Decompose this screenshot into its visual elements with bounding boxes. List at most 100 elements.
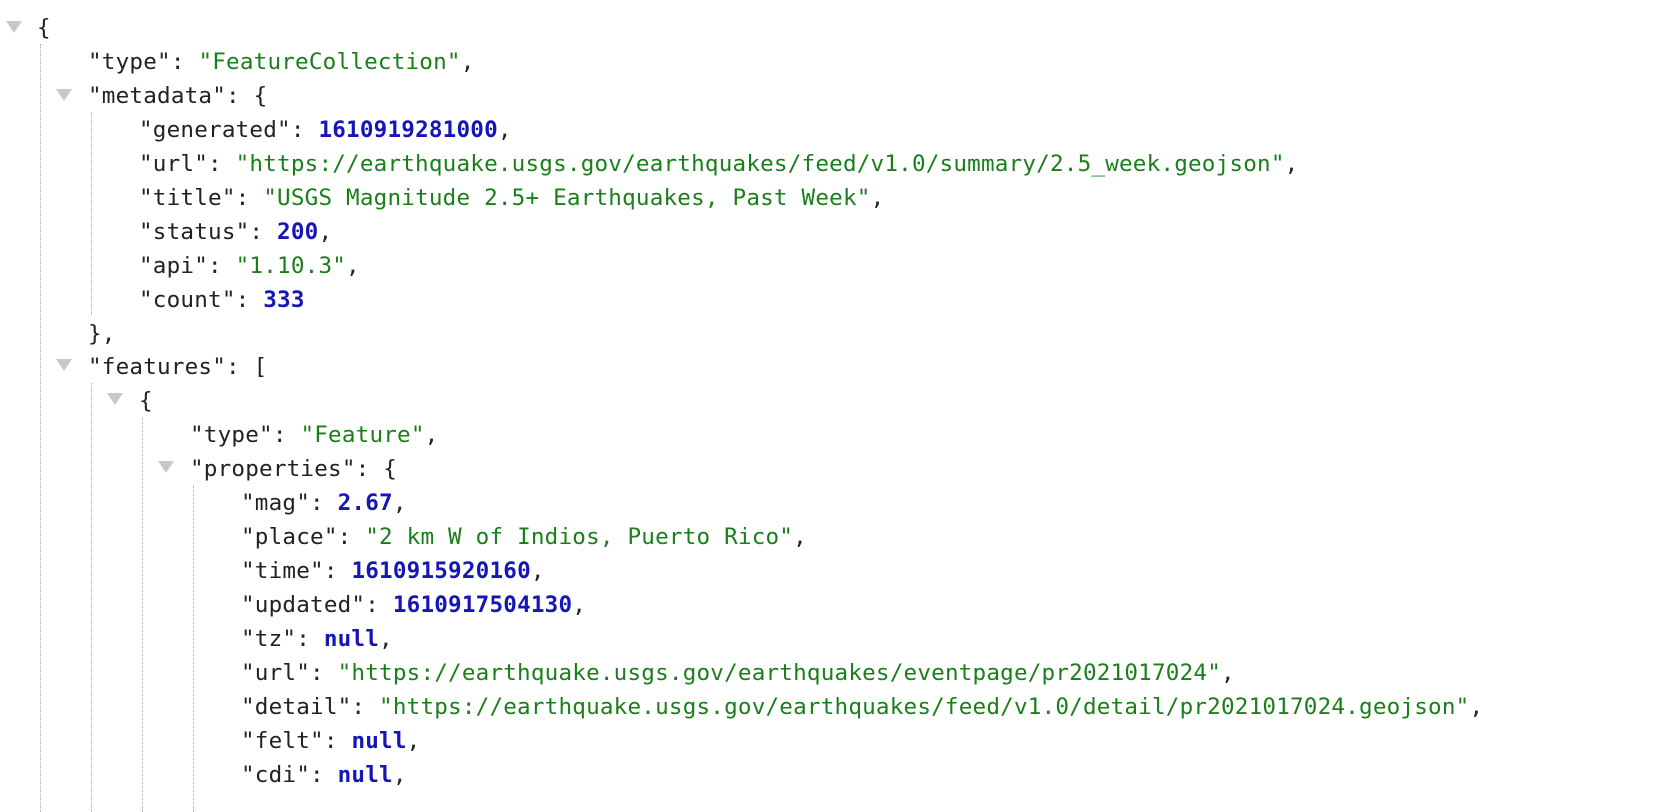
- comma: ,: [318, 219, 333, 245]
- colon: :: [226, 354, 254, 380]
- json-key: "type": [190, 422, 273, 448]
- json-key: "detail": [241, 694, 352, 720]
- comma: ,: [1469, 694, 1484, 720]
- comma: ,: [1221, 660, 1235, 686]
- json-string-value: "https://earthquake.usgs.gov/earthquakes…: [235, 151, 1285, 177]
- json-key: "metadata": [88, 83, 227, 109]
- comma: ,: [424, 422, 439, 448]
- json-line-prop-detail: "detail": "https://earthquake.usgs.gov/e…: [241, 689, 1483, 725]
- comma: ,: [392, 762, 407, 788]
- colon: :: [365, 592, 393, 618]
- json-line-prop-felt: "felt": null,: [241, 723, 420, 759]
- json-viewer: { "type": "FeatureCollection", "metadata…: [0, 0, 1668, 812]
- json-line-metadata-title: "title": "USGS Magnitude 2.5+ Earthquake…: [139, 180, 884, 216]
- json-number-value: 1610919281000: [318, 117, 498, 143]
- json-number-value: 1610917504130: [392, 592, 573, 618]
- open-brace: {: [383, 456, 398, 482]
- colon: :: [249, 219, 278, 245]
- colon: :: [351, 694, 380, 720]
- json-string-value: "2 km W of Indios, Puerto Rico": [365, 524, 794, 550]
- json-line-features-open: "features": [: [88, 349, 267, 385]
- open-brace: {: [253, 83, 268, 109]
- json-line-feature-type: "type": "Feature",: [190, 417, 438, 453]
- json-line-metadata-status: "status": 200,: [139, 214, 332, 250]
- comma: ,: [572, 592, 587, 618]
- json-number-value: 200: [277, 219, 319, 245]
- json-key: "felt": [241, 728, 324, 754]
- json-number-value: 333: [263, 287, 305, 313]
- collapse-feature-0-toggle-icon[interactable]: [107, 393, 123, 405]
- indent-guide-properties: [193, 485, 194, 812]
- comma: ,: [406, 728, 421, 754]
- comma: ,: [460, 49, 475, 75]
- colon: :: [290, 117, 319, 143]
- collapse-root-toggle-icon[interactable]: [6, 21, 22, 33]
- json-string-value: "FeatureCollection": [198, 49, 461, 75]
- comma: ,: [530, 558, 545, 584]
- indent-guide-feature-0: [142, 417, 143, 812]
- json-key: "generated": [139, 117, 291, 143]
- json-line-prop-place: "place": "2 km W of Indios, Puerto Rico"…: [241, 519, 807, 555]
- colon: :: [355, 456, 384, 482]
- indent-guide-features: [91, 383, 92, 812]
- json-key: "tz": [241, 626, 297, 652]
- json-string-value: "USGS Magnitude 2.5+ Earthquakes, Past W…: [263, 185, 871, 211]
- json-line-metadata-url: "url": "https://earthquake.usgs.gov/eart…: [139, 146, 1298, 182]
- colon: :: [323, 558, 352, 584]
- json-null-value: null: [337, 762, 393, 788]
- colon: :: [226, 83, 254, 109]
- colon: :: [272, 422, 301, 448]
- json-key: "features": [88, 354, 227, 380]
- json-null-value: null: [351, 728, 407, 754]
- comma: ,: [346, 253, 360, 279]
- comma: ,: [392, 490, 407, 516]
- json-line-root-type: "type": "FeatureCollection",: [88, 44, 475, 80]
- json-line-prop-updated: "updated": 1610917504130,: [241, 587, 586, 623]
- colon: :: [208, 253, 236, 279]
- colon: :: [296, 626, 324, 652]
- colon: :: [310, 490, 338, 516]
- json-key: "mag": [241, 490, 311, 516]
- comma: ,: [1284, 151, 1299, 177]
- colon: :: [235, 287, 264, 313]
- json-line-prop-tz: "tz": null,: [241, 621, 393, 657]
- json-line-prop-time: "time": 1610915920160,: [241, 553, 545, 589]
- colon: :: [170, 49, 199, 75]
- json-line-metadata-count: "count": 333: [139, 282, 305, 318]
- collapse-metadata-toggle-icon[interactable]: [56, 89, 72, 101]
- colon: :: [310, 762, 338, 788]
- json-number-value: 2.67: [337, 490, 393, 516]
- collapse-features-toggle-icon[interactable]: [56, 359, 72, 371]
- comma: ,: [497, 117, 512, 143]
- json-key: "place": [241, 524, 338, 550]
- comma: ,: [870, 185, 885, 211]
- json-key: "cdi": [241, 762, 311, 788]
- json-line-root-open: {: [37, 10, 51, 46]
- colon: :: [310, 660, 338, 686]
- json-string-value: "https://earthquake.usgs.gov/earthquakes…: [337, 660, 1221, 686]
- json-key: "url": [139, 151, 209, 177]
- json-key: "status": [139, 219, 250, 245]
- json-key: "title": [139, 185, 236, 211]
- json-key: "time": [241, 558, 324, 584]
- json-line-metadata-open: "metadata": {: [88, 78, 267, 114]
- json-line-prop-url: "url": "https://earthquake.usgs.gov/eart…: [241, 655, 1235, 691]
- close-brace: },: [88, 321, 116, 347]
- json-key: "count": [139, 287, 236, 313]
- json-string-value: "https://earthquake.usgs.gov/earthquakes…: [379, 694, 1470, 720]
- colon: :: [337, 524, 366, 550]
- root-open-brace: {: [37, 15, 51, 41]
- json-string-value: "1.10.3": [235, 253, 347, 279]
- comma: ,: [379, 626, 393, 652]
- colon: :: [235, 185, 264, 211]
- indent-guide-root: [40, 44, 41, 812]
- json-key: "url": [241, 660, 311, 686]
- json-number-value: 1610915920160: [351, 558, 531, 584]
- json-key: "properties": [190, 456, 356, 482]
- comma: ,: [793, 524, 807, 550]
- collapse-properties-toggle-icon[interactable]: [158, 461, 174, 473]
- json-line-prop-mag: "mag": 2.67,: [241, 485, 407, 521]
- json-line-feature-0-open: {: [139, 383, 153, 419]
- json-line-prop-cdi: "cdi": null,: [241, 757, 407, 793]
- json-line-properties-open: "properties": {: [190, 451, 397, 487]
